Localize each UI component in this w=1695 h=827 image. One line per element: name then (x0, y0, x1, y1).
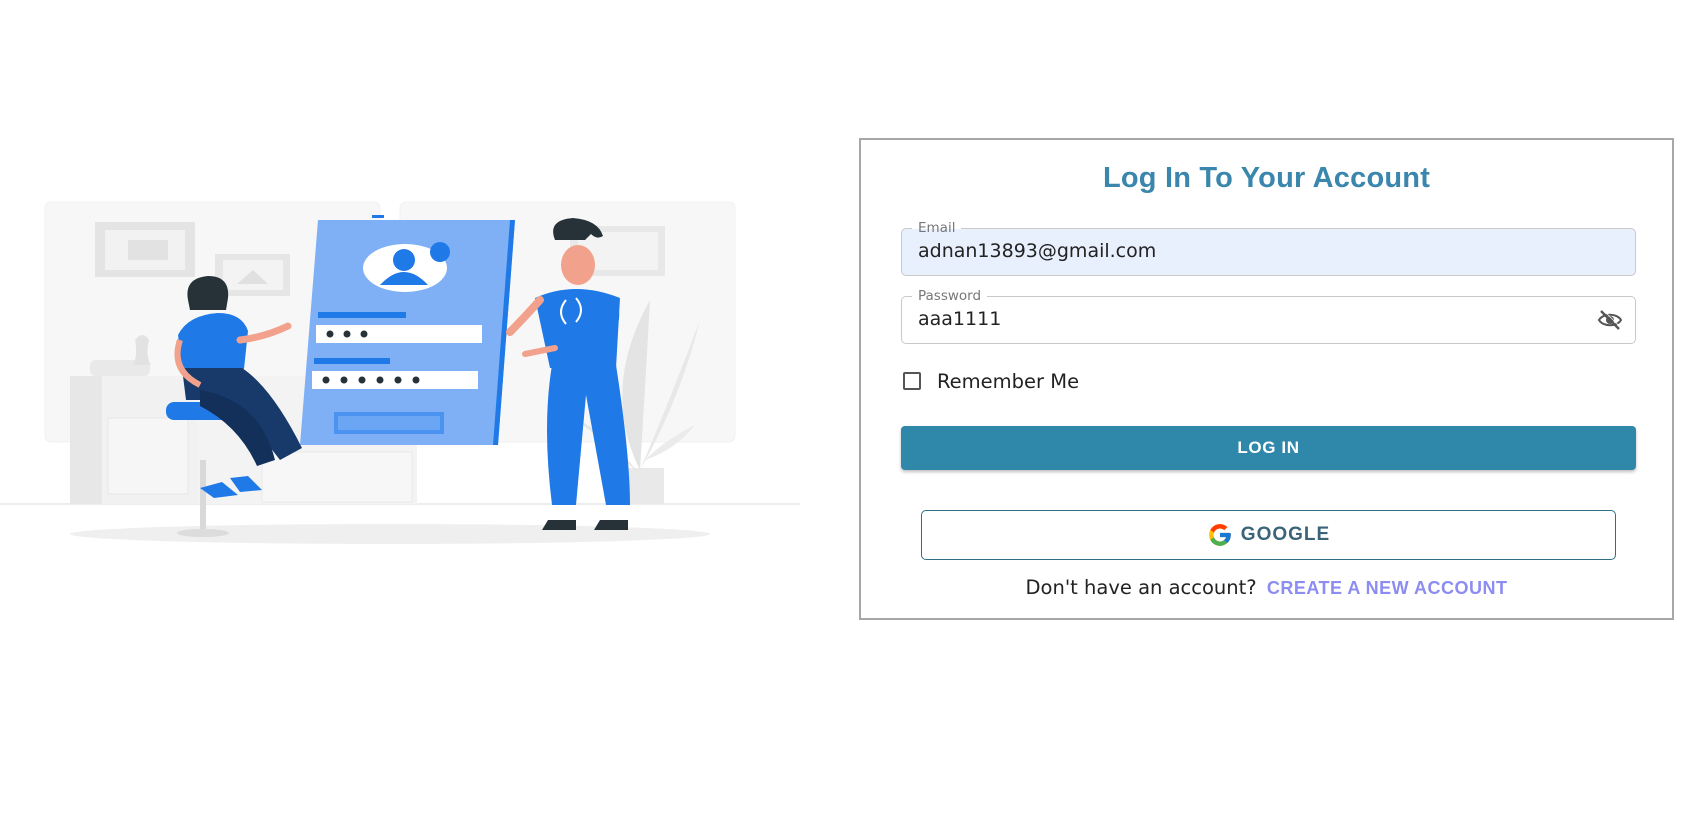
email-label: Email (912, 220, 962, 236)
login-illustration (0, 190, 800, 550)
remember-me-checkbox[interactable] (903, 372, 921, 390)
google-icon (1208, 524, 1231, 546)
login-button[interactable]: LOG IN (901, 426, 1636, 470)
google-signin-button[interactable]: GOOGLE (921, 510, 1616, 560)
signup-prompt: Don't have an account? (1025, 576, 1257, 599)
remember-me-label: Remember Me (937, 369, 1080, 393)
email-field[interactable]: Email adnan13893@gmail.com (901, 220, 1636, 276)
password-label: Password (912, 288, 988, 304)
login-page: Log In To Your Account Email adnan13893@… (0, 0, 1695, 827)
login-illustration-art (0, 201, 800, 544)
email-input[interactable]: adnan13893@gmail.com (918, 240, 1156, 262)
password-field[interactable]: Password aaa1111 (901, 288, 1636, 344)
create-account-link[interactable]: CREATE A NEW ACCOUNT (1267, 578, 1508, 598)
eye-off-icon[interactable] (1597, 308, 1623, 332)
login-title: Log In To Your Account (1102, 162, 1431, 194)
remember-me[interactable]: Remember Me (903, 369, 1079, 393)
login-card: Log In To Your Account Email adnan13893@… (859, 138, 1674, 620)
signup-row: Don't have an account? CREATE A NEW ACCO… (861, 576, 1672, 599)
google-button-label: GOOGLE (1240, 524, 1331, 545)
password-input[interactable]: aaa1111 (918, 308, 1001, 330)
